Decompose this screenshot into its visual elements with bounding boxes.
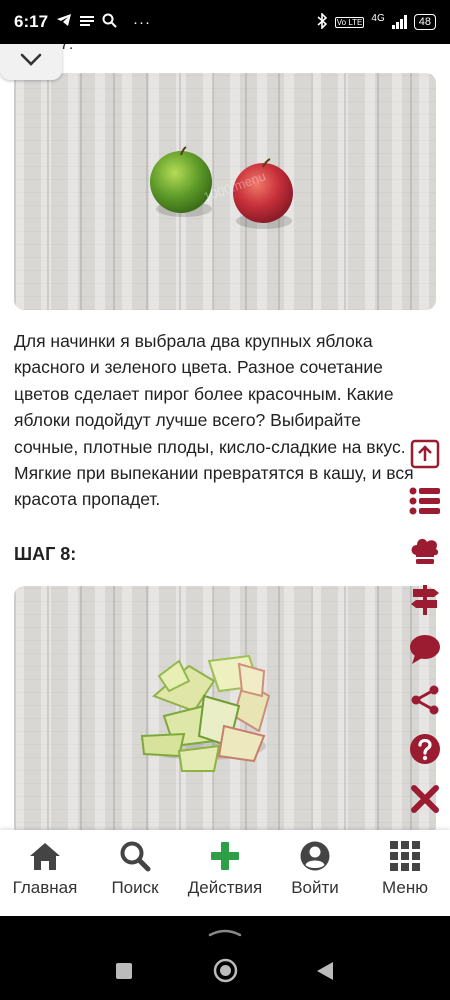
telegram-icon <box>56 13 72 31</box>
chevron-down-icon <box>20 53 42 72</box>
scroll-top-button[interactable] <box>408 439 442 473</box>
status-bar: 6:17 ··· Vo LTE 4G 48 <box>0 0 450 44</box>
step-8-title: ШАГ 8: <box>14 544 77 564</box>
help-button[interactable] <box>408 733 442 770</box>
more-dots-icon: ··· <box>133 13 152 31</box>
share-icon <box>410 685 440 720</box>
chef-hat-icon <box>409 535 441 572</box>
recents-button[interactable] <box>115 962 133 985</box>
back-button[interactable] <box>316 961 334 986</box>
comments-button[interactable] <box>408 634 442 671</box>
home-icon <box>28 838 62 874</box>
chef-button[interactable] <box>408 536 442 570</box>
battery-indicator: 48 <box>413 14 436 30</box>
ingredients-list-button[interactable] <box>408 486 442 520</box>
nav-actions-label: Действия <box>187 878 263 897</box>
nav-menu[interactable]: Меню <box>360 838 450 898</box>
bottom-navigation: Главная Поиск Действия Войти Меню <box>0 830 450 916</box>
close-icon <box>410 784 440 819</box>
search-icon <box>119 838 151 874</box>
comment-icon <box>409 634 441 671</box>
step-8-photo <box>14 586 436 830</box>
nav-login-label: Войти <box>291 878 339 897</box>
list-icon <box>409 486 441 521</box>
search-status-icon <box>102 13 117 32</box>
arrow-up-box-icon <box>410 439 440 474</box>
previous-step-title: 7: <box>60 44 74 53</box>
signpost-icon <box>410 584 440 621</box>
nav-actions[interactable]: Действия <box>180 838 270 898</box>
navigation-steps-button[interactable] <box>408 584 442 621</box>
step-7-description: Для начинки я выбрала два крупных яблока… <box>14 331 414 510</box>
nav-search-label: Поиск <box>111 878 159 897</box>
gesture-handle-icon[interactable] <box>208 924 242 942</box>
bluetooth-icon <box>316 11 328 32</box>
network-type: 4G <box>371 12 385 24</box>
nav-search[interactable]: Поиск <box>90 838 180 898</box>
signal-icon <box>391 15 407 29</box>
status-time: 6:17 <box>14 12 49 31</box>
notes-icon <box>80 14 95 31</box>
help-icon <box>409 733 441 770</box>
nav-home-label: Главная <box>12 878 78 897</box>
user-icon <box>299 838 331 874</box>
collapse-header-button[interactable] <box>0 44 62 80</box>
plus-icon <box>209 838 241 874</box>
nav-menu-label: Меню <box>382 878 428 897</box>
close-actions-button[interactable] <box>408 784 442 818</box>
nav-home[interactable]: Главная <box>0 838 90 898</box>
system-navigation-bar <box>0 916 450 1000</box>
volte-badge: Vo LTE <box>334 16 365 28</box>
step-7-photo: 1000.menu <box>14 73 436 310</box>
home-system-button[interactable] <box>213 958 238 988</box>
nav-login[interactable]: Войти <box>270 838 360 898</box>
grid-menu-icon <box>389 838 421 874</box>
recipe-content[interactable]: 7: 1000.menu Для начинки я выбрала два к… <box>0 44 450 830</box>
share-button[interactable] <box>408 685 442 719</box>
